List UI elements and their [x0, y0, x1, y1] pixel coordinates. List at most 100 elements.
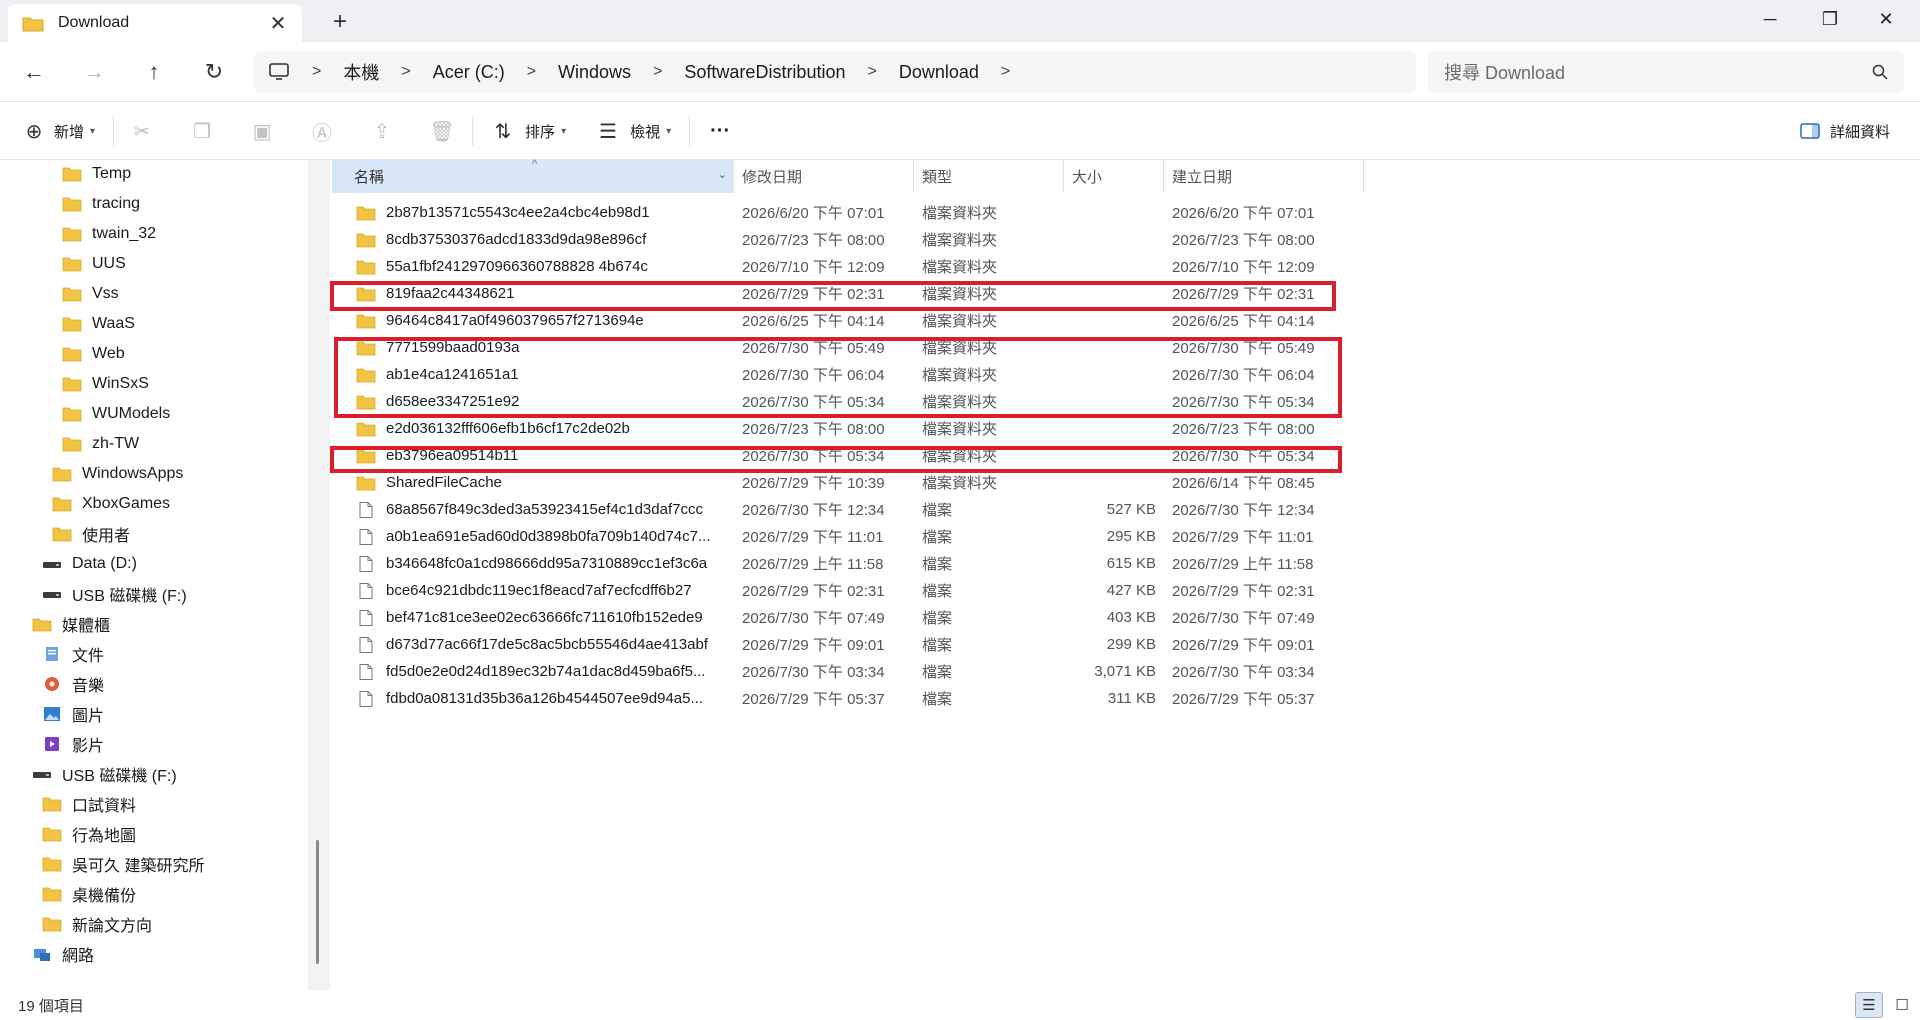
column-header-modified[interactable]: 修改日期 — [734, 160, 914, 193]
column-header-type[interactable]: 類型 — [914, 160, 1064, 193]
close-tab-icon[interactable]: ✕ — [268, 11, 288, 36]
more-options-button[interactable]: ··· — [710, 113, 730, 149]
row-type: 檔案 — [922, 691, 953, 708]
nav-item[interactable]: tracing — [62, 190, 140, 218]
folder-row[interactable]: 96464c8417a0f4960379657f2713694e 2026/6/2… — [332, 307, 1372, 334]
cut-button[interactable]: ✂ — [128, 113, 156, 149]
share-button[interactable]: ⇪ — [368, 113, 396, 149]
breadcrumb-drive-c[interactable]: Acer (C:) — [433, 62, 505, 83]
nav-item[interactable]: 吳可久 建築研究所 — [42, 850, 204, 878]
file-row[interactable]: bce64c921dbdc119ec1f8eacd7af7ecfcdff6b27… — [332, 577, 1372, 604]
file-row[interactable]: bef471c81ce3ee02ec63666fc711610fb152ede9… — [332, 604, 1372, 631]
details-pane-button[interactable]: 詳細資料 — [1800, 113, 1890, 149]
details-label: 詳細資料 — [1830, 123, 1891, 141]
paste-button[interactable]: ▣ — [248, 113, 276, 149]
nav-item-label: tracing — [92, 195, 141, 212]
sort-button[interactable]: ⇅ 排序 ▾ — [489, 113, 566, 149]
row-name-cell: SharedFileCache — [332, 474, 734, 491]
arrow-up-icon: ↑ — [148, 59, 160, 84]
pane-splitter[interactable] — [308, 160, 330, 990]
folder-row[interactable]: SharedFileCache 2026/7/29 下午 10:39 檔案資料夾 20… — [332, 469, 1372, 496]
chevron-down-icon[interactable]: ⌄ — [718, 168, 727, 181]
back-button[interactable]: ← — [18, 56, 50, 88]
search-box[interactable]: 搜尋 Download — [1428, 51, 1904, 93]
folder-row[interactable]: 2b87b13571c5543c4ee2a4cbc4eb98d1 2026/6/2… — [332, 199, 1372, 226]
nav-item[interactable]: USB 磁碟機 (F:) — [42, 580, 187, 608]
file-row[interactable]: d673d77ac66f17de5c8ac5bcb55546d4ae413abf… — [332, 631, 1372, 658]
copy-button[interactable]: ❐ — [188, 113, 216, 149]
folder-row[interactable]: 8cdb37530376adcd1833d9da98e896cf 2026/7/2… — [332, 226, 1372, 253]
nav-item[interactable]: Data (D:) — [42, 550, 137, 578]
nav-item[interactable]: 網路 — [32, 940, 94, 968]
nav-item[interactable]: 使用者 — [52, 520, 130, 548]
column-header-name[interactable]: ^ 名稱 ⌄ — [332, 158, 734, 193]
item-count: 19 個項目 — [18, 997, 84, 1015]
breadcrumb-windows[interactable]: Windows — [558, 62, 631, 83]
column-header-created[interactable]: 建立日期 — [1164, 160, 1364, 193]
nav-item[interactable]: zh-TW — [62, 430, 139, 458]
nav-item[interactable]: 音樂 — [42, 670, 104, 698]
column-header-size[interactable]: 大小 — [1064, 160, 1164, 193]
nav-item[interactable]: 桌機備份 — [42, 880, 136, 908]
nav-item[interactable]: 文件 — [42, 640, 104, 668]
details-view-button[interactable]: ☰ — [1855, 992, 1883, 1018]
file-row[interactable]: fdbd0a08131d35b36a126b4544507ee9d94a5...… — [332, 685, 1372, 712]
nav-item[interactable]: WinSxS — [62, 370, 149, 398]
file-row[interactable]: 68a8567f849c3ded3a53923415ef4c1d3daf7ccc… — [332, 496, 1372, 523]
up-button[interactable]: ↑ — [138, 56, 170, 88]
nav-item[interactable]: 新論文方向 — [42, 910, 152, 938]
file-row[interactable]: b346648fc0a1cd98666dd95a7310889cc1ef3c6a… — [332, 550, 1372, 577]
nav-item[interactable]: 行為地圖 — [42, 820, 136, 848]
nav-item[interactable]: 圖片 — [42, 700, 104, 728]
delete-button[interactable]: 🗑 — [428, 113, 456, 149]
nav-item[interactable]: Temp — [62, 160, 131, 188]
nav-item[interactable]: WaaS — [62, 310, 135, 338]
view-button[interactable]: ☰ 檢視 ▾ — [594, 113, 671, 149]
tab-download[interactable]: Download ✕ — [8, 4, 302, 42]
row-modified-date: 2026/7/10 下午 12:09 — [742, 259, 885, 276]
breadcrumb-this-pc[interactable]: 本機 — [343, 59, 379, 85]
row-name: fdbd0a08131d35b36a126b4544507ee9d94a5... — [386, 690, 703, 707]
copy-icon: ❐ — [193, 120, 212, 143]
breadcrumb-separator-icon: > — [312, 63, 322, 80]
column-header-modified-label: 修改日期 — [742, 169, 803, 186]
row-name: fd5d0e2e0d24d189ec32b74a1dac8d459ba6f5..… — [386, 663, 706, 680]
row-created-date: 2026/7/29 下午 05:37 — [1172, 691, 1315, 708]
maximize-button[interactable]: ❐ — [1800, 4, 1860, 34]
refresh-button[interactable]: ↻ — [198, 56, 230, 88]
search-input[interactable]: 搜尋 Download — [1444, 59, 1872, 85]
forward-button[interactable]: → — [78, 56, 110, 88]
file-row[interactable]: a0b1ea691e5ad60d0d3898b0fa709b140d74c7..… — [332, 523, 1372, 550]
row-type: 檔案資料夾 — [922, 421, 998, 438]
file-row[interactable]: fd5d0e2e0d24d189ec32b74a1dac8d459ba6f5..… — [332, 658, 1372, 685]
navigation-scrollbar[interactable] — [316, 840, 319, 964]
row-name: 55a1fbf2412970966360788828 4b674c — [386, 258, 648, 275]
new-tab-button[interactable]: + — [326, 8, 354, 36]
rename-button[interactable]: Ⓐ — [308, 113, 336, 149]
folder-row[interactable]: 55a1fbf2412970966360788828 4b674c 2026/7/… — [332, 253, 1372, 280]
address-bar[interactable]: > 本機 > Acer (C:) > Windows > SoftwareDis… — [254, 51, 1416, 93]
folder-icon — [52, 467, 72, 482]
nav-item[interactable]: USB 磁碟機 (F:) — [32, 760, 177, 788]
breadcrumb-softwaredistribution[interactable]: SoftwareDistribution — [684, 62, 845, 83]
nav-item[interactable]: 媒體櫃 — [32, 610, 110, 638]
close-window-button[interactable]: ✕ — [1856, 4, 1916, 34]
nav-item[interactable]: Vss — [62, 280, 119, 308]
row-name: SharedFileCache — [386, 474, 502, 491]
nav-item[interactable]: 影片 — [42, 730, 104, 758]
new-button[interactable]: ⊕ 新增 ▾ — [20, 113, 95, 149]
column-header-type-label: 類型 — [922, 169, 953, 186]
large-icons-view-button[interactable]: ☐ — [1888, 992, 1916, 1018]
minimize-button[interactable]: ─ — [1740, 4, 1800, 34]
nav-item[interactable]: 口試資料 — [42, 790, 136, 818]
breadcrumb-expand-icon[interactable]: > — [1001, 63, 1010, 81]
nav-item[interactable]: Web — [62, 340, 125, 368]
folder-row[interactable]: e2d036132fff606efb1b6cf17c2de02b 2026/7/2… — [332, 415, 1372, 442]
nav-item[interactable]: XboxGames — [52, 490, 170, 518]
nav-item[interactable]: WUModels — [62, 400, 170, 428]
nav-item[interactable]: WindowsApps — [52, 460, 183, 488]
nav-item[interactable]: twain_32 — [62, 220, 156, 248]
row-modified-date: 2026/7/29 上午 11:58 — [742, 556, 884, 573]
breadcrumb-download[interactable]: Download — [899, 62, 979, 83]
nav-item[interactable]: UUS — [62, 250, 126, 278]
